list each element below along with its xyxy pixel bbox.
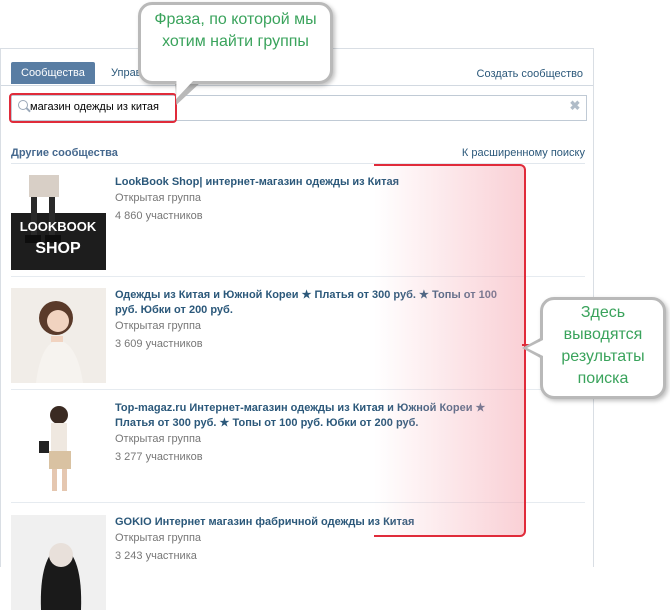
clear-search-icon[interactable]: ✖: [568, 99, 582, 113]
woman-photo-image: [11, 288, 106, 383]
thumb-text-lookbook: LOOKBOOK: [20, 219, 97, 234]
group-type: Открытая группа: [115, 433, 202, 445]
callout-tail-inner: [527, 339, 545, 357]
group-members: 3 609 участников: [115, 338, 203, 350]
model-photo-image: [11, 401, 106, 496]
callout-results-note: Здесь выводятся результаты поиска: [540, 297, 666, 399]
group-type: Открытая группа: [115, 320, 202, 332]
group-members: 4 860 участников: [115, 210, 203, 222]
search-highlight-frame: [9, 93, 177, 123]
results-highlight-bracket: [374, 164, 526, 537]
group-thumbnail[interactable]: LOOKBOOK SHOP: [11, 175, 106, 270]
section-title: Другие сообщества: [11, 147, 118, 159]
tab-communities[interactable]: Сообщества: [11, 62, 95, 84]
group-type: Открытая группа: [115, 192, 202, 204]
group-thumbnail[interactable]: [11, 515, 106, 610]
thumb-text-shop: SHOP: [35, 240, 81, 257]
group-members: 3 243 участника: [115, 550, 197, 562]
group-thumbnail[interactable]: [11, 288, 106, 383]
group-thumbnail[interactable]: [11, 401, 106, 496]
callout-search-phrase: Фраза, по которой мы хотим найти группы: [138, 2, 333, 84]
group-type: Открытая группа: [115, 532, 202, 544]
section-header: Другие сообщества К расширенному поиску: [11, 145, 585, 164]
group-members: 3 277 участников: [115, 451, 203, 463]
advanced-search-link[interactable]: К расширенному поиску: [462, 147, 585, 159]
woman-bw-photo-image: [11, 515, 106, 610]
create-community-link[interactable]: Создать сообщество: [477, 68, 583, 80]
lookbook-shop-image: LOOKBOOK SHOP: [11, 175, 106, 270]
